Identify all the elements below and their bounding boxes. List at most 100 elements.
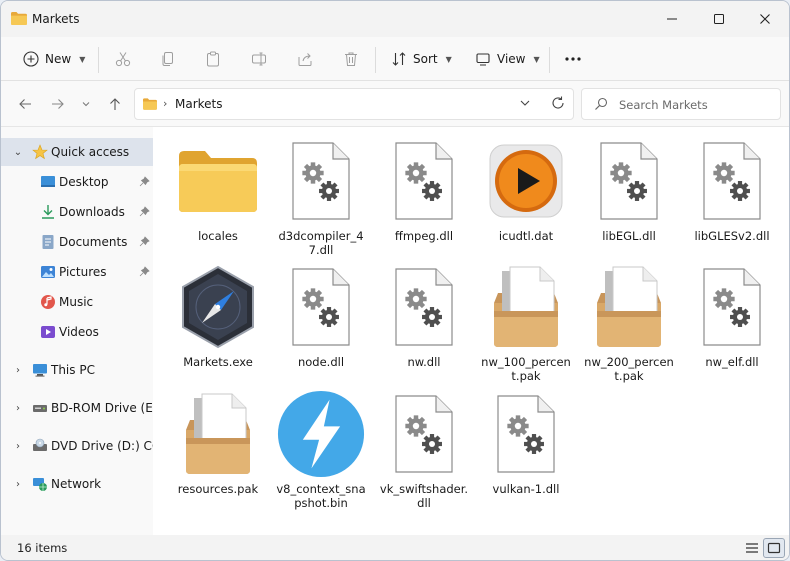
chevron-right-icon[interactable]: › bbox=[13, 441, 23, 452]
search-input[interactable]: Search Markets bbox=[619, 98, 708, 112]
sidebar-item-label: BD-ROM Drive (E:) C bbox=[51, 401, 153, 415]
tiles-view-icon bbox=[767, 542, 781, 554]
sidebar-item-label: Music bbox=[59, 295, 94, 309]
sidebar-item-videos[interactable]: Videos bbox=[1, 318, 153, 346]
minimize-icon bbox=[667, 18, 677, 20]
dll-file-icon bbox=[277, 137, 365, 225]
forward-button[interactable] bbox=[47, 93, 69, 115]
pak-file-icon bbox=[174, 390, 262, 478]
file-name: v8_context_snapshot.bin bbox=[276, 482, 366, 510]
folder-file-icon bbox=[174, 137, 262, 225]
pin-icon bbox=[139, 236, 150, 247]
folder-icon bbox=[11, 12, 27, 25]
navigation-pane: ⌄ Quick access Desktop Downloads Documen… bbox=[1, 127, 153, 535]
dll-file-icon bbox=[380, 263, 468, 351]
sidebar-item-label: Downloads bbox=[59, 205, 125, 219]
sidebar-item-label: Pictures bbox=[59, 265, 107, 279]
sidebar-item-this-pc[interactable]: › This PC bbox=[1, 356, 153, 384]
large-icons-view-button[interactable] bbox=[763, 538, 785, 558]
chevron-down-icon[interactable] bbox=[519, 97, 531, 109]
sidebar-item-network[interactable]: › Network bbox=[1, 470, 153, 498]
file-item[interactable]: nw_100_percent.pak bbox=[476, 263, 576, 383]
sidebar-item-pictures[interactable]: Pictures bbox=[1, 258, 153, 286]
file-item[interactable]: resources.pak bbox=[168, 390, 268, 496]
dll-file-icon bbox=[380, 137, 468, 225]
plus-circle-icon bbox=[23, 51, 39, 67]
file-name: d3dcompiler_47.dll bbox=[278, 229, 364, 257]
vertical-scrollbar[interactable] bbox=[784, 127, 789, 535]
disc-drive-icon bbox=[33, 405, 47, 412]
details-view-button[interactable] bbox=[741, 538, 763, 558]
sidebar-item-label: DVD Drive (D:) CCCC bbox=[51, 439, 153, 453]
file-item[interactable]: nw.dll bbox=[374, 263, 474, 369]
file-item[interactable]: vk_swiftshader.dll bbox=[374, 390, 474, 510]
delete-button[interactable] bbox=[343, 37, 359, 81]
close-button[interactable] bbox=[742, 1, 788, 37]
file-name: vulkan-1.dll bbox=[492, 482, 560, 496]
sidebar-item-quick-access[interactable]: ⌄ Quick access bbox=[1, 138, 153, 166]
file-name: Markets.exe bbox=[183, 355, 253, 369]
file-item[interactable]: icudtl.dat bbox=[476, 137, 576, 243]
copy-button[interactable] bbox=[160, 37, 176, 81]
paste-button[interactable] bbox=[205, 37, 221, 81]
file-item[interactable]: nw_200_percent.pak bbox=[579, 263, 679, 383]
folder-icon bbox=[143, 98, 157, 110]
sidebar-item-dvd-drive[interactable]: › DVD Drive (D:) CCCC bbox=[1, 432, 153, 460]
file-item[interactable]: d3dcompiler_47.dll bbox=[271, 137, 371, 257]
pictures-icon bbox=[41, 266, 55, 278]
view-label: View bbox=[497, 52, 526, 66]
pak-file-icon bbox=[585, 263, 673, 351]
file-item[interactable]: vulkan-1.dll bbox=[476, 390, 576, 496]
sort-button[interactable]: Sort ▼ bbox=[391, 37, 452, 81]
more-options-button[interactable] bbox=[564, 37, 582, 81]
maximize-button[interactable] bbox=[696, 1, 742, 37]
copy-icon bbox=[162, 52, 173, 66]
address-bar[interactable]: › Markets bbox=[134, 88, 574, 120]
refresh-icon[interactable] bbox=[550, 95, 566, 111]
file-item[interactable]: node.dll bbox=[271, 263, 371, 369]
list-view-icon bbox=[746, 543, 758, 553]
breadcrumb[interactable]: Markets bbox=[175, 97, 223, 111]
rename-icon bbox=[252, 52, 266, 66]
rename-button[interactable] bbox=[251, 37, 267, 81]
share-icon bbox=[298, 53, 312, 66]
sidebar-item-documents[interactable]: Documents bbox=[1, 228, 153, 256]
file-item[interactable]: nw_elf.dll bbox=[682, 263, 782, 369]
sidebar-item-music[interactable]: Music bbox=[1, 288, 153, 316]
chevron-right-icon[interactable]: › bbox=[13, 365, 23, 376]
back-button[interactable] bbox=[14, 93, 36, 115]
search-box[interactable]: Search Markets bbox=[581, 88, 781, 120]
network-icon bbox=[33, 478, 47, 491]
file-item[interactable]: Markets.exe bbox=[168, 263, 268, 369]
cut-button[interactable] bbox=[115, 37, 131, 81]
chevron-right-icon[interactable]: › bbox=[13, 479, 23, 490]
chevron-right-icon[interactable]: › bbox=[13, 403, 23, 414]
title-bar[interactable]: Markets bbox=[1, 1, 789, 37]
arrow-right-icon bbox=[52, 99, 64, 109]
sidebar-item-label: Videos bbox=[59, 325, 99, 339]
sidebar-item-downloads[interactable]: Downloads bbox=[1, 198, 153, 226]
explorer-window: Markets New ▼ Sort ▼ View ▼ › Markets Se… bbox=[0, 0, 790, 561]
file-item[interactable]: ffmpeg.dll bbox=[374, 137, 474, 243]
sidebar-item-label: Desktop bbox=[59, 175, 109, 189]
arrow-left-icon bbox=[19, 99, 31, 109]
exe-file-icon bbox=[174, 263, 262, 351]
up-button[interactable] bbox=[104, 93, 126, 115]
file-name: resources.pak bbox=[177, 482, 259, 496]
sidebar-item-desktop[interactable]: Desktop bbox=[1, 168, 153, 196]
minimize-button[interactable] bbox=[649, 1, 695, 37]
sidebar-item-bd-rom[interactable]: › BD-ROM Drive (E:) C bbox=[1, 394, 153, 422]
sidebar-item-label: This PC bbox=[51, 363, 95, 377]
share-button[interactable] bbox=[297, 37, 313, 81]
file-list: locales d3dcompiler_47.dll ffmpeg.dll ic… bbox=[153, 127, 786, 535]
chevron-down-icon[interactable]: ⌄ bbox=[13, 147, 23, 158]
new-button[interactable]: New ▼ bbox=[23, 37, 85, 81]
file-item[interactable]: v8_context_snapshot.bin bbox=[271, 390, 371, 510]
pin-icon bbox=[139, 206, 150, 217]
file-item[interactable]: libGLESv2.dll bbox=[682, 137, 782, 243]
recent-locations-button[interactable] bbox=[75, 93, 97, 115]
file-item[interactable]: libEGL.dll bbox=[579, 137, 679, 243]
file-item[interactable]: locales bbox=[168, 137, 268, 243]
file-name: node.dll bbox=[297, 355, 345, 369]
view-button[interactable]: View ▼ bbox=[475, 37, 540, 81]
